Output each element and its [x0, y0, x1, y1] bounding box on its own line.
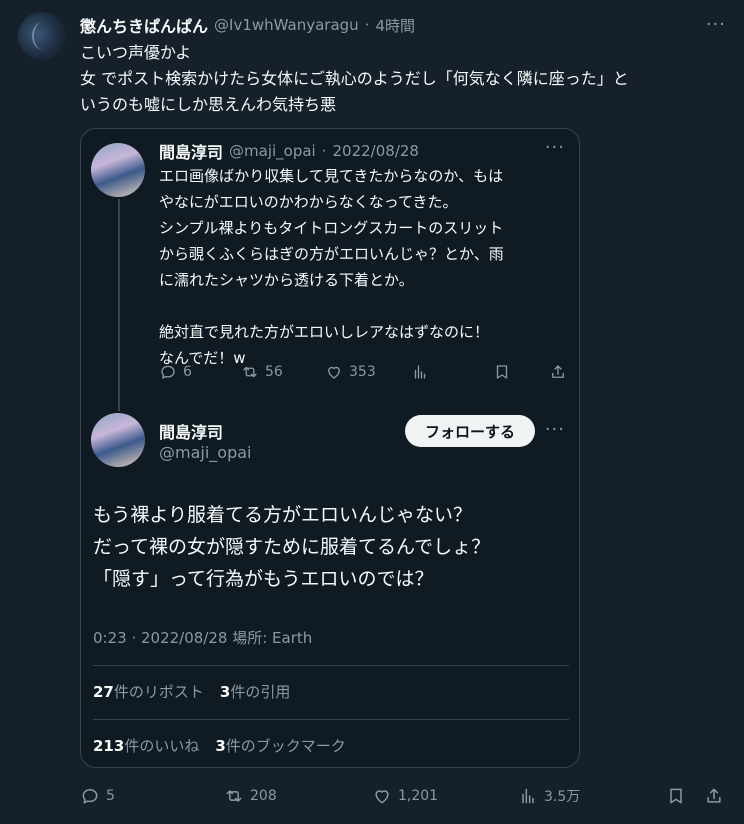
quoted-tweet-text: エロ画像ばかり収集して見てきたからなのか、もは やなにがエロいのかわからなくなっ…	[159, 163, 569, 371]
reposts-label: 件のリポスト	[113, 683, 204, 701]
repost-quote-stats: 27件のリポスト 3件の引用	[93, 681, 290, 702]
retweet-icon	[226, 790, 242, 802]
views-icon	[414, 365, 426, 379]
quoted-action-bar: 6 56 353	[159, 363, 569, 387]
quotes-label: 件の引用	[230, 683, 291, 701]
share-icon	[707, 788, 721, 803]
author-display-name[interactable]: 懲んちきぱんぱん	[80, 13, 208, 37]
quoted-reply-button[interactable]: 6	[159, 363, 192, 381]
quoted-thread-card[interactable]: 間島淳司 @maji_opai · 2022/08/28 ··· エロ画像ばかり…	[80, 128, 580, 768]
quotes-count: 3	[219, 683, 231, 701]
quoted-reply-author-handle[interactable]: @maji_opai	[159, 443, 251, 462]
views-button[interactable]: 3.5万	[518, 786, 580, 806]
quoted-author-name[interactable]: 間島淳司	[159, 139, 223, 163]
quoted-share-button[interactable]	[549, 363, 567, 381]
author-avatar[interactable]	[18, 12, 66, 60]
quoted-retweet-count: 56	[265, 364, 283, 380]
reply-button[interactable]: 5	[80, 786, 115, 806]
divider	[93, 665, 569, 666]
bookmarks-count: 3	[215, 737, 226, 755]
quoted-like-count: 353	[349, 364, 376, 380]
quoted-more-icon[interactable]: ···	[545, 137, 565, 158]
quoted-reply-text-line: 「隠す」って行為がもうエロいのでは？	[93, 568, 434, 590]
heart-icon	[375, 790, 389, 804]
author-handle[interactable]: @Iv1whWanyaragu	[214, 16, 359, 34]
retweet-button[interactable]: 208	[224, 786, 277, 806]
reposts-count: 27	[93, 683, 114, 701]
reply-icon	[161, 365, 175, 379]
views-icon	[522, 788, 534, 804]
views-count: 3.5万	[544, 789, 581, 805]
reposts-stat[interactable]: 27件のリポスト	[93, 681, 204, 702]
quotes-stat[interactable]: 3件の引用	[220, 681, 290, 702]
quoted-reply-text-line: もう裸より服着てる方がエロいんじゃない？	[93, 504, 473, 526]
quoted-text-line: から覗くふくらはぎの方がエロいんじゃ？とか、雨	[159, 245, 504, 263]
quoted-views-button[interactable]	[411, 363, 429, 381]
quoted-author-handle[interactable]: @maji_opai	[229, 142, 316, 160]
more-options-icon[interactable]: ···	[706, 14, 726, 35]
like-count: 1,201	[398, 788, 439, 804]
quoted-text-line: やなにがエロいのかわからなくなってきた。	[159, 193, 458, 211]
likes-count: 213	[93, 737, 125, 755]
quoted-text-line: 絶対直で見れた方がエロいしレアなはずなのに！	[159, 323, 490, 341]
tweet-time[interactable]: 4時間	[375, 15, 415, 36]
bookmark-button[interactable]	[666, 786, 686, 806]
like-button[interactable]: 1,201	[372, 786, 438, 806]
quoted-reply-timestamp[interactable]: 0:23 · 2022/08/28 場所: Earth	[93, 627, 312, 648]
quoted-tweet-date[interactable]: 2022/08/28	[333, 142, 419, 160]
follow-button[interactable]: フォローする	[405, 415, 535, 447]
likes-label: 件のいいね	[124, 737, 200, 755]
quoted-reply-author-name[interactable]: 間島淳司	[159, 419, 223, 443]
quoted-text-line: シンプル裸よりもタイトロングスカートのスリット	[159, 219, 504, 237]
likes-stat[interactable]: 213件のいいね	[93, 735, 199, 756]
tweet-text: こいつ声優かよ 女 でポスト検索かけたら女体にご執心のようだし「何気なく隣に座っ…	[80, 40, 730, 118]
quoted-like-button[interactable]: 353	[325, 363, 376, 381]
divider	[93, 719, 569, 720]
quoted-reply-text-line: だって裸の女が隠すために服着てるんでしょ？	[93, 536, 491, 558]
quoted-text-line: に濡れたシャツから透ける下着とか。	[159, 271, 414, 289]
bookmark-icon	[670, 788, 682, 804]
tweet-header: 懲んちきぱんぱん @Iv1whWanyaragu · 4時間	[80, 14, 415, 36]
quoted-reply-text: もう裸より服着てる方がエロいんじゃない？ だって裸の女が隠すために服着てるんでし…	[93, 499, 563, 595]
quoted-text-line	[159, 293, 569, 319]
tweet-text-line: こいつ声優かよ	[80, 43, 192, 62]
reply-count: 5	[106, 788, 115, 804]
quoted-retweet-button[interactable]: 56	[241, 363, 283, 381]
separator-dot: ·	[321, 142, 327, 160]
quoted-reply-more-icon[interactable]: ···	[545, 419, 565, 440]
tweet-action-bar: 5 208 1,201 3.5万	[80, 786, 730, 810]
tweet-text-line: 女 でポスト検索かけたら女体にご執心のようだし「何気なく隣に座った」と	[80, 69, 629, 88]
quoted-author-avatar[interactable]	[91, 143, 145, 197]
quoted-tweet-header: 間島淳司 @maji_opai · 2022/08/28	[159, 139, 419, 163]
retweet-icon	[243, 366, 257, 378]
share-icon	[552, 365, 564, 378]
bookmarks-label: 件のブックマーク	[225, 737, 346, 755]
quoted-reply-count: 6	[183, 364, 192, 380]
separator-dot: ·	[364, 16, 370, 34]
tweet-page: 懲んちきぱんぱん @Iv1whWanyaragu · 4時間 ··· こいつ声優…	[0, 0, 744, 824]
quoted-bookmark-button[interactable]	[493, 363, 511, 381]
tweet-text-line: いうのも嘘にしか思えんわ気持ち悪	[80, 95, 337, 114]
like-bookmark-stats: 213件のいいね 3件のブックマーク	[93, 735, 346, 756]
thread-connector-line	[118, 199, 120, 411]
share-button[interactable]	[704, 786, 724, 806]
heart-icon	[328, 366, 340, 379]
retweet-count: 208	[250, 788, 277, 804]
quoted-reply-avatar[interactable]	[91, 413, 145, 467]
reply-icon	[82, 789, 98, 804]
bookmarks-stat[interactable]: 3件のブックマーク	[215, 735, 345, 756]
quoted-text-line: エロ画像ばかり収集して見てきたからなのか、もは	[159, 167, 504, 185]
bookmark-icon	[496, 365, 508, 379]
